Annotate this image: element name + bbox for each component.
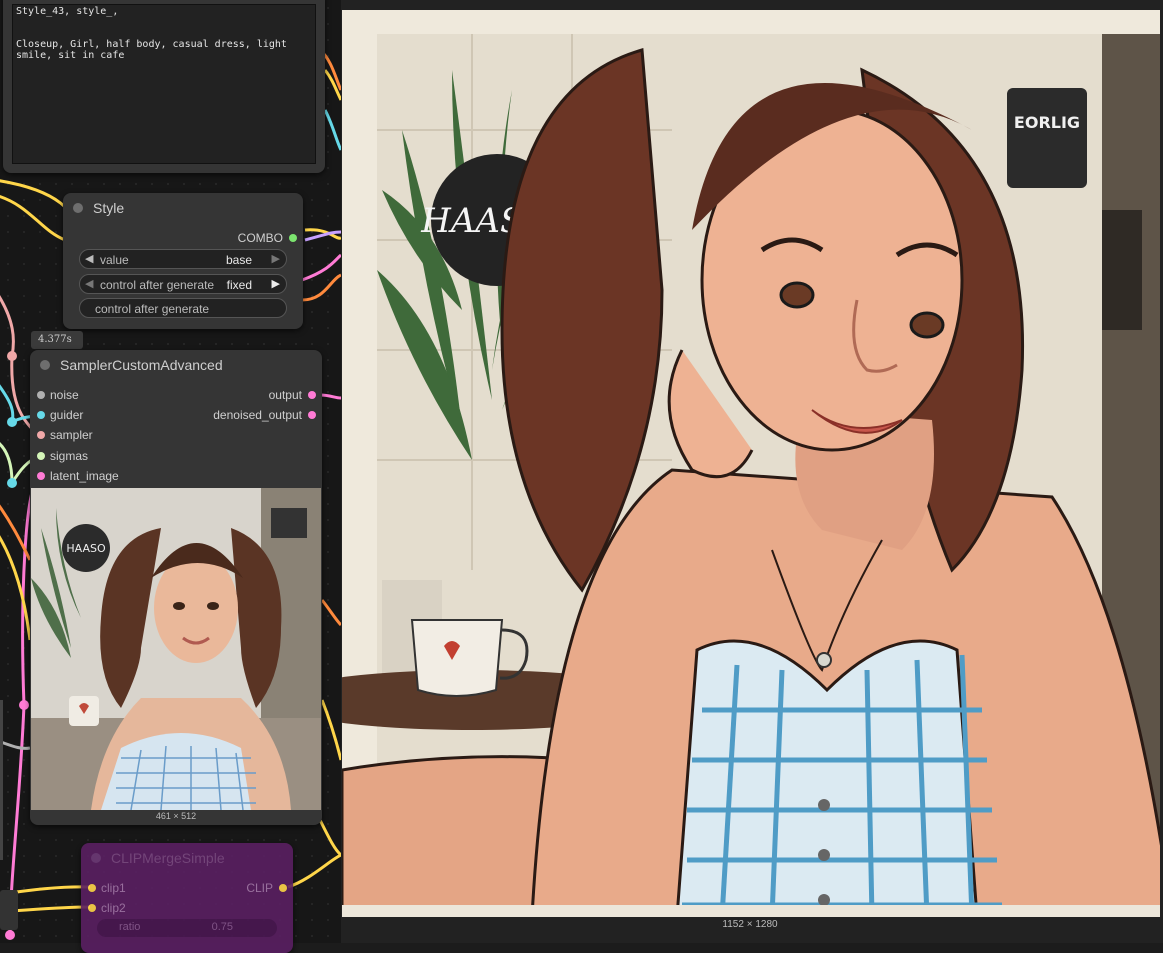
sigmas-input-label: sigmas <box>50 449 89 463</box>
clip1-input-label: clip1 <box>101 881 126 895</box>
collapse-dot-icon[interactable] <box>40 360 50 370</box>
widget-label: value <box>100 253 129 267</box>
ratio-value: 0.75 <box>211 921 233 933</box>
widget-label: control after generate <box>100 278 215 292</box>
ratio-widget[interactable]: ratio 0.75 <box>97 919 277 937</box>
girl-preview-illustration: HAASO <box>31 488 321 810</box>
collapse-dot-icon[interactable] <box>73 203 83 213</box>
style-title-label: Style <box>93 200 125 216</box>
combo-output-label: COMBO <box>237 231 283 245</box>
style-node[interactable]: Style COMBO ◀ value base ▶ ◀ control aft… <box>63 193 303 329</box>
noise-input-slot[interactable] <box>37 391 45 399</box>
button-label: control after generate <box>95 302 210 316</box>
combo-output-slot[interactable] <box>289 234 297 242</box>
ratio-label: ratio <box>119 921 141 933</box>
latent-image-input-label: latent_image <box>50 469 119 483</box>
text-prompt-node[interactable]: Style_43, style_, Closeup, Girl, half bo… <box>3 0 325 173</box>
clip2-input-label: clip2 <box>101 901 126 915</box>
prompt-textarea[interactable]: Style_43, style_, Closeup, Girl, half bo… <box>12 4 316 164</box>
clip-output-label: CLIP <box>246 881 273 895</box>
clip-node-title[interactable]: CLIPMergeSimple <box>81 843 293 873</box>
clip1-input-slot[interactable] <box>88 884 96 892</box>
clip2-input-slot[interactable] <box>88 904 96 912</box>
cafe-girl-illustration: HAASO3 EORLIG <box>342 10 1160 917</box>
increment-arrow-icon[interactable]: ▶ <box>272 277 280 290</box>
sampler-input-slot[interactable] <box>37 431 45 439</box>
execution-time-badge: 4.377s <box>31 331 83 349</box>
sampler-node-title[interactable]: SamplerCustomAdvanced <box>30 350 322 380</box>
sampler-input-label: sampler <box>50 428 93 442</box>
guider-input-slot[interactable] <box>37 411 45 419</box>
noise-input-label: noise <box>50 388 79 402</box>
preview-size-label: 461 × 512 <box>155 811 197 821</box>
decrement-arrow-icon[interactable]: ◀ <box>85 252 93 265</box>
clip-merge-simple-node[interactable]: CLIPMergeSimple clip1 clip2 CLIP ratio 0… <box>81 843 293 953</box>
latent-preview-image[interactable]: HAASO <box>31 488 321 810</box>
clip-output-slot[interactable] <box>279 884 287 892</box>
board-sign-text: EORLIG <box>1014 113 1080 132</box>
sigmas-input-slot[interactable] <box>37 452 45 460</box>
image-preview-panel[interactable]: HAASO3 EORLIG 1152 × 1280 <box>341 0 1163 943</box>
decrement-arrow-icon[interactable]: ◀ <box>85 277 93 290</box>
sampler-title-label: SamplerCustomAdvanced <box>60 357 223 373</box>
clip-title-label: CLIPMergeSimple <box>111 850 225 866</box>
main-image-size-label: 1152 × 1280 <box>722 919 778 930</box>
svg-text:HAASO: HAASO <box>66 542 106 555</box>
denoised-output-slot[interactable] <box>308 411 316 419</box>
control-after-generate-widget[interactable]: ◀ control after generate fixed ▶ <box>79 274 287 294</box>
value-widget[interactable]: ◀ value base ▶ <box>79 249 287 269</box>
denoised-output-label: denoised_output <box>213 408 302 422</box>
sampler-custom-advanced-node[interactable]: SamplerCustomAdvanced noise guider sampl… <box>30 350 322 825</box>
widget-value: base <box>225 253 252 267</box>
control-after-generate-button[interactable]: control after generate <box>79 298 287 318</box>
style-node-title[interactable]: Style <box>63 193 303 223</box>
output-label: output <box>268 388 302 402</box>
output-slot[interactable] <box>308 391 316 399</box>
latent-image-input-slot[interactable] <box>37 472 45 480</box>
collapse-dot-icon[interactable] <box>91 853 101 863</box>
guider-input-label: guider <box>50 408 84 422</box>
increment-arrow-icon[interactable]: ▶ <box>272 252 280 265</box>
generated-image[interactable]: HAASO3 EORLIG <box>342 10 1160 917</box>
widget-value: fixed <box>226 278 252 292</box>
